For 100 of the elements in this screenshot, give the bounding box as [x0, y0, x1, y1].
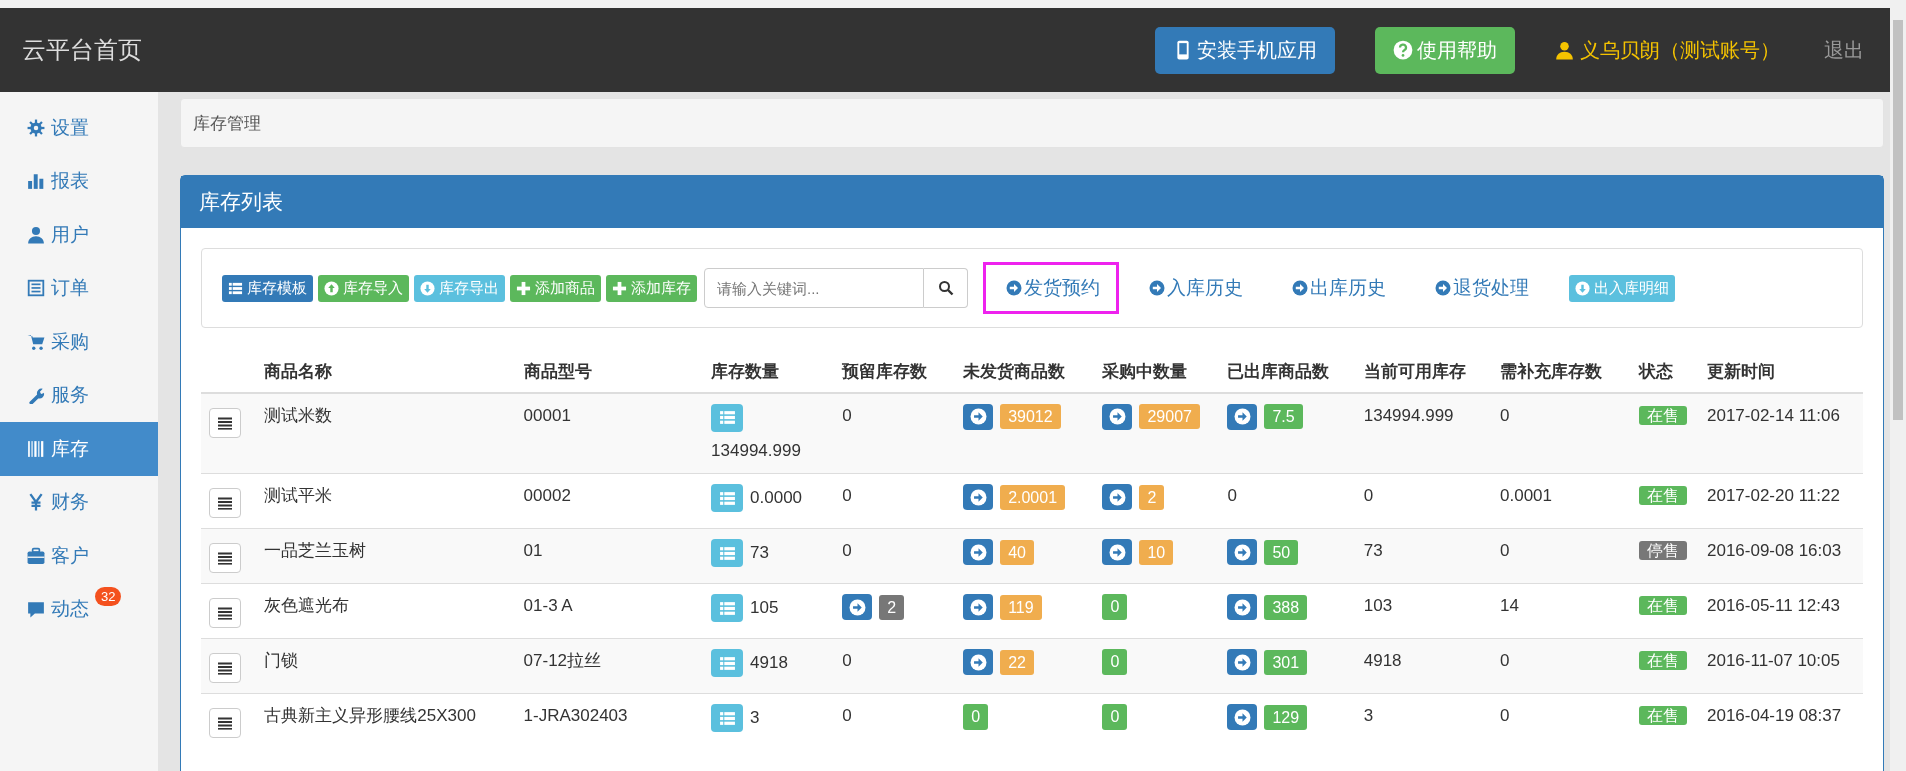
product-name: 古典新主义异形腰线25X300	[264, 706, 476, 726]
arrow-circle-icon	[1233, 708, 1251, 726]
sidebar-item[interactable]: 采购	[0, 315, 158, 369]
arrow-button[interactable]	[963, 649, 994, 676]
arrow-circle-icon	[1108, 543, 1126, 561]
arrow-circle-icon	[1292, 280, 1308, 296]
replenish-quantity: 0	[1500, 541, 1510, 561]
app-title[interactable]: 云平台首页	[22, 34, 1155, 66]
sidebar-item[interactable]: 设置	[0, 101, 158, 155]
arrow-circle-icon	[969, 488, 987, 506]
help-icon	[1393, 40, 1413, 60]
row-menu-button[interactable]	[209, 598, 241, 629]
arrow-button[interactable]	[1227, 403, 1258, 430]
count-badge: 0	[963, 704, 989, 730]
user-menu[interactable]: 义乌贝朗（测试账号）	[1555, 36, 1780, 64]
toolbar-link[interactable]: 发货预约	[983, 262, 1119, 314]
sidebar-item[interactable]: 动态 32	[0, 582, 158, 636]
product-model: 00002	[523, 486, 571, 506]
arrow-button[interactable]	[1227, 704, 1258, 731]
menu-icon	[217, 660, 233, 677]
row-menu-button[interactable]	[209, 653, 241, 684]
toolbar-link[interactable]: 入库历史	[1126, 262, 1262, 314]
column-header: 已出库商品数	[1227, 362, 1330, 381]
column-header: 未发货商品数	[963, 362, 1066, 381]
sidebar-item[interactable]: 服务	[0, 368, 158, 422]
row-menu-button[interactable]	[209, 488, 241, 519]
row-menu-button[interactable]	[209, 407, 241, 438]
sidebar-item[interactable]: 财务	[0, 475, 158, 529]
list-icon	[228, 280, 243, 296]
update-time: 2016-09-08 16:03	[1706, 541, 1842, 561]
count-badge: 0	[1102, 594, 1128, 620]
arrow-button[interactable]	[963, 403, 994, 430]
toolbar-button[interactable]: 库存导入	[318, 274, 409, 302]
comment-icon	[27, 600, 45, 619]
sidebar-item[interactable]: 库存	[0, 422, 158, 476]
cell-value: 0	[842, 541, 852, 561]
row-menu-button[interactable]	[209, 543, 241, 574]
stock-quantity: 105	[750, 597, 779, 620]
menu-icon	[217, 495, 233, 512]
barcode-icon	[27, 439, 45, 458]
toolbar-button[interactable]: 添加库存	[606, 274, 697, 302]
available-stock: 103	[1363, 596, 1393, 616]
replenish-quantity: 14	[1500, 596, 1519, 616]
product-name: 测试平米	[264, 486, 333, 506]
sidebar-item[interactable]: 订单	[0, 261, 158, 315]
status-badge: 在售	[1639, 405, 1688, 425]
panel-title: 库存列表	[181, 176, 1883, 228]
notification-badge: 32	[95, 586, 122, 606]
plus-icon	[612, 280, 627, 296]
update-time: 2016-05-11 12:43	[1706, 596, 1840, 616]
replenish-quantity: 0	[1500, 405, 1510, 425]
toolbar-button[interactable]: 添加商品	[510, 274, 601, 302]
sidebar-item[interactable]: 用户	[0, 208, 158, 262]
row-menu-button[interactable]	[209, 708, 241, 739]
list-icon	[718, 409, 736, 427]
arrow-button[interactable]	[1227, 649, 1258, 676]
menu-icon	[217, 605, 233, 622]
cell-value: 0	[1227, 486, 1237, 506]
count-badge: 0	[1102, 704, 1128, 730]
column-header: 商品型号	[523, 362, 592, 381]
replenish-quantity: 0	[1500, 651, 1510, 671]
search-icon	[937, 280, 954, 296]
arrow-button[interactable]	[963, 484, 994, 511]
install-app-button[interactable]: 安装手机应用	[1155, 26, 1335, 74]
arrow-button[interactable]	[1102, 539, 1133, 566]
toolbar-button[interactable]: 库存模板	[222, 274, 313, 302]
arrow-button[interactable]	[1102, 403, 1133, 430]
arrow-circle-icon	[1435, 280, 1451, 296]
arrow-button[interactable]	[1102, 484, 1133, 511]
column-header: 更新时间	[1706, 362, 1775, 381]
arrow-circle-icon	[1233, 408, 1251, 426]
arrow-button[interactable]	[842, 594, 873, 621]
available-stock: 4918	[1363, 651, 1402, 671]
help-button[interactable]: 使用帮助	[1375, 26, 1515, 74]
count-badge: 2	[1139, 484, 1165, 511]
arrow-circle-icon	[1006, 280, 1022, 296]
search-button[interactable]	[924, 268, 968, 308]
plus-icon	[516, 280, 531, 296]
count-badge: 388	[1264, 594, 1308, 621]
arrow-button[interactable]	[1227, 594, 1258, 621]
replenish-quantity: 0	[1500, 706, 1510, 726]
column-header: 采购中数量	[1102, 362, 1188, 381]
scrollbar-thumb[interactable]	[1893, 20, 1903, 420]
toolbar-link[interactable]: 出库历史	[1269, 262, 1405, 314]
column-header: 需补充库存数	[1500, 362, 1602, 381]
sidebar-item[interactable]: 客户	[0, 529, 158, 583]
arrow-button[interactable]	[963, 594, 994, 621]
product-model: 1-JRA302403	[523, 706, 628, 726]
arrow-circle-icon	[1108, 488, 1126, 506]
arrow-button[interactable]	[1227, 539, 1258, 566]
list-icon	[27, 279, 45, 298]
toolbar-link[interactable]: 退货处理	[1412, 262, 1548, 314]
arrow-circle-icon	[848, 598, 866, 616]
available-stock: 73	[1363, 541, 1383, 561]
product-model: 07-12拉丝	[523, 651, 602, 671]
arrow-button[interactable]	[963, 539, 994, 566]
arrow-circle-icon	[1108, 408, 1126, 426]
sidebar-item[interactable]: 报表	[0, 154, 158, 208]
count-badge: 119	[1000, 594, 1042, 621]
logout-link[interactable]: 退出	[1824, 36, 1864, 64]
